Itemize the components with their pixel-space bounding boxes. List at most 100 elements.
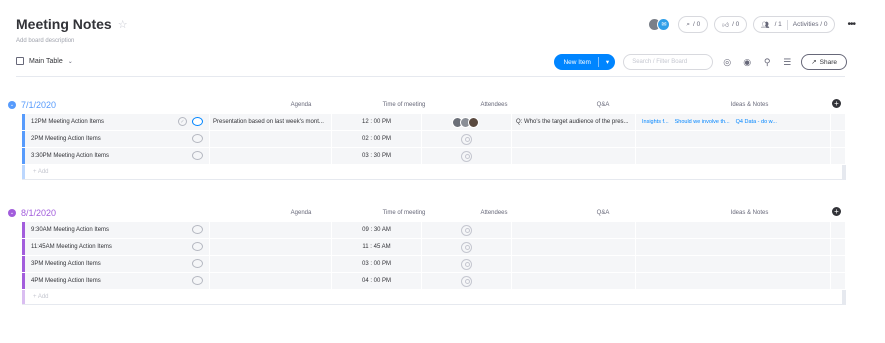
ideas-cell[interactable]: Insights f... Should we involve th... Q4… [636, 114, 831, 130]
column-header-time[interactable]: Time of meeting [359, 210, 449, 216]
attendees-cell[interactable] [422, 131, 512, 147]
search-input[interactable]: Search / Filter Board [623, 54, 714, 70]
item-name-cell[interactable]: 4PM Meeting Action Items [25, 273, 210, 289]
share-button[interactable]: ↗ Share [801, 54, 847, 70]
column-header-qa[interactable]: Q&A [541, 102, 665, 108]
time-cell[interactable]: 03 : 30 PM [332, 148, 422, 164]
attendees-cell[interactable] [422, 114, 512, 130]
table-row[interactable]: 2PM Meeting Action Items 02 : 00 PM [22, 131, 846, 148]
column-header-agenda[interactable]: Agenda [265, 210, 337, 216]
chevron-down-icon[interactable]: ▾ [606, 58, 609, 66]
ideas-cell[interactable] [636, 222, 831, 238]
agenda-cell[interactable]: Presentation based on last week's mont..… [210, 114, 332, 130]
add-column-icon[interactable]: + [832, 99, 841, 108]
table-row[interactable]: 12PM Meeting Action Items ✓ Presentation… [22, 114, 846, 131]
invite-icon: ✉ [657, 18, 671, 31]
table-row[interactable]: 11:45AM Meeting Action Items 11 : 45 AM [22, 239, 846, 256]
chat-bubble-icon[interactable] [192, 151, 203, 160]
item-name-cell[interactable]: 2PM Meeting Action Items [25, 131, 210, 147]
person-icon [461, 275, 472, 287]
chat-bubble-icon[interactable] [192, 134, 203, 143]
person-filter-icon[interactable]: ◎ [721, 57, 733, 68]
column-header-time[interactable]: Time of meeting [359, 102, 449, 108]
pin-icon[interactable]: ⚲ [761, 57, 773, 68]
new-item-button[interactable]: New Item ▾ [554, 54, 616, 70]
filter-icon[interactable]: ☰ [781, 57, 793, 68]
person-icon [461, 258, 472, 270]
attendees-cell[interactable] [422, 273, 512, 289]
star-icon[interactable]: ☆ [118, 18, 128, 31]
group-title[interactable]: ⌄ 8/1/2020 [8, 208, 56, 218]
time-cell[interactable]: 03 : 00 PM [332, 256, 422, 272]
column-header-attendees[interactable]: Attendees [449, 102, 539, 108]
item-name-cell[interactable]: 11:45AM Meeting Action Items [25, 239, 210, 255]
agenda-cell[interactable] [210, 148, 332, 164]
time-cell[interactable]: 04 : 00 PM [332, 273, 422, 289]
agenda-cell[interactable] [210, 222, 332, 238]
ideas-cell[interactable] [636, 256, 831, 272]
attendees-cell[interactable] [422, 148, 512, 164]
people-icon: 👥︎ [761, 21, 770, 29]
activities-button[interactable]: 👥︎ / 1 Activities / 0 [753, 16, 836, 33]
table-row[interactable]: 4PM Meeting Action Items 04 : 00 PM [22, 273, 846, 290]
column-header-agenda[interactable]: Agenda [265, 102, 337, 108]
qa-cell[interactable] [512, 222, 636, 238]
agenda-cell[interactable] [210, 273, 332, 289]
item-name-cell[interactable]: 3PM Meeting Action Items [25, 256, 210, 272]
column-header-attendees[interactable]: Attendees [449, 210, 539, 216]
agenda-cell[interactable] [210, 239, 332, 255]
add-item-row[interactable]: + Add [22, 165, 846, 180]
chat-bubble-icon[interactable] [192, 276, 203, 285]
column-header-ideas[interactable]: Ideas & Notes [667, 102, 832, 108]
updates-icon[interactable] [192, 117, 203, 126]
search-everything-button[interactable]: ⌕ / 0 [678, 16, 709, 33]
add-item-row[interactable]: + Add [22, 290, 846, 305]
column-header-qa[interactable]: Q&A [541, 210, 665, 216]
agenda-cell[interactable] [210, 256, 332, 272]
view-selector[interactable]: Main Table ⌄ [16, 57, 73, 65]
ideas-cell[interactable] [636, 273, 831, 289]
chat-bubble-icon[interactable] [192, 225, 203, 234]
integrations-button[interactable]: 👍︎ / 0 [714, 16, 748, 33]
group-title[interactable]: ⌄ 7/1/2020 [8, 100, 56, 110]
board-title-text[interactable]: Meeting Notes [16, 16, 112, 32]
more-menu-icon[interactable]: ••• [847, 19, 855, 30]
eye-icon[interactable]: ◉ [741, 57, 753, 68]
time-cell[interactable]: 09 : 30 AM [332, 222, 422, 238]
qa-cell[interactable] [512, 131, 636, 147]
time-cell[interactable]: 11 : 45 AM [332, 239, 422, 255]
group-header: ⌄ 7/1/2020 Agenda Time of meeting Attend… [8, 99, 846, 114]
ideas-cell[interactable] [636, 131, 831, 147]
add-item-input[interactable]: + Add [25, 165, 49, 179]
chat-bubble-icon[interactable] [192, 259, 203, 268]
board-members-avatars[interactable]: ✉ [648, 17, 672, 33]
ideas-cell[interactable] [636, 239, 831, 255]
board-title[interactable]: Meeting Notes ☆ [16, 16, 128, 32]
qa-cell[interactable] [512, 239, 636, 255]
qa-cell[interactable] [512, 256, 636, 272]
table-row[interactable]: 9:30AM Meeting Action Items 09 : 30 AM [22, 222, 846, 239]
item-name-cell[interactable]: 3:30PM Meeting Action Items [25, 148, 210, 164]
item-name-cell[interactable]: 12PM Meeting Action Items ✓ [25, 114, 210, 130]
attendees-cell[interactable] [422, 239, 512, 255]
attendees-cell[interactable] [422, 256, 512, 272]
qa-cell[interactable] [512, 148, 636, 164]
add-item-input[interactable]: + Add [25, 290, 49, 304]
table-row[interactable]: 3PM Meeting Action Items 03 : 00 PM [22, 256, 846, 273]
check-icon[interactable]: ✓ [178, 117, 187, 126]
ideas-cell[interactable] [636, 148, 831, 164]
time-cell[interactable]: 02 : 00 PM [332, 131, 422, 147]
board-description[interactable]: Add board description [16, 38, 74, 44]
qa-cell[interactable] [512, 273, 636, 289]
table-row[interactable]: 3:30PM Meeting Action Items 03 : 30 PM [22, 148, 846, 165]
qa-cell[interactable]: Q: Who's the target audience of the pres… [512, 114, 636, 130]
attendees-cell[interactable] [422, 222, 512, 238]
add-column-icon[interactable]: + [832, 207, 841, 216]
item-name-cell[interactable]: 9:30AM Meeting Action Items [25, 222, 210, 238]
collapse-icon[interactable]: ⌄ [8, 101, 16, 109]
collapse-icon[interactable]: ⌄ [8, 209, 16, 217]
column-header-ideas[interactable]: Ideas & Notes [667, 210, 832, 216]
chat-bubble-icon[interactable] [192, 242, 203, 251]
time-cell[interactable]: 12 : 00 PM [332, 114, 422, 130]
agenda-cell[interactable] [210, 131, 332, 147]
